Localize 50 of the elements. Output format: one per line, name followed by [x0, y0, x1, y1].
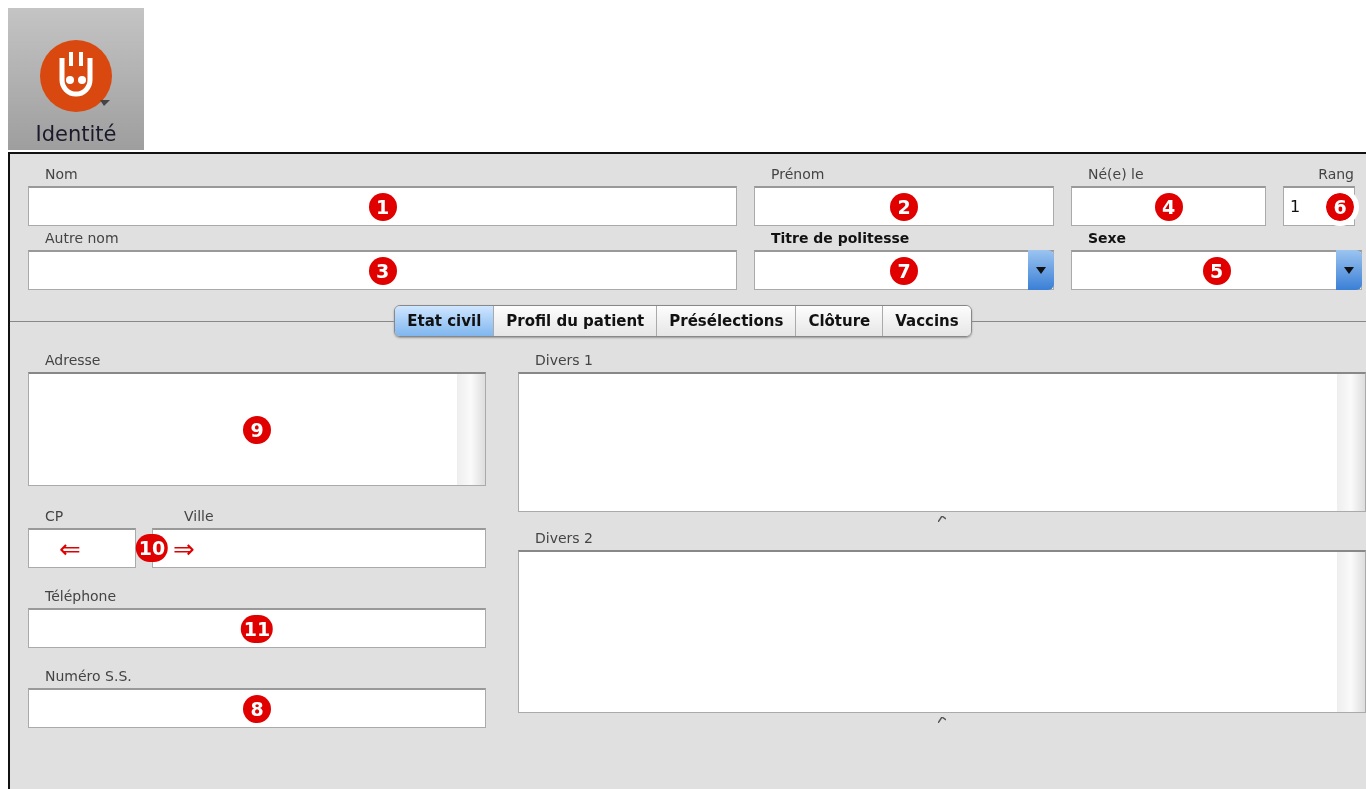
tab[interactable]: Vaccins — [883, 306, 971, 336]
input-field[interactable]: 3 — [28, 250, 737, 290]
field-label: Nom — [44, 166, 79, 182]
field-label: Adresse — [44, 352, 102, 368]
field-label: Divers 2 — [534, 530, 594, 546]
callout-number: 4 — [1154, 192, 1183, 221]
tab[interactable]: Profil du patient — [494, 306, 658, 336]
input-field[interactable]: 1 6 — [1283, 186, 1355, 226]
callout-number: 1 — [368, 192, 397, 221]
callout-arrow: ⇒ — [173, 533, 195, 564]
field-label: Rang — [1317, 166, 1355, 182]
dropdown-field[interactable]: 5 — [1071, 250, 1362, 290]
input-field[interactable]: 11 — [28, 608, 486, 648]
field-label: Né(e) le — [1087, 166, 1145, 182]
tab[interactable]: Présélections — [657, 306, 797, 336]
field-label: Téléphone — [44, 588, 118, 604]
callout-number: 2 — [890, 192, 918, 221]
callout-number: 7 — [890, 256, 918, 285]
scrollbar[interactable] — [1337, 374, 1365, 511]
tab[interactable]: Etat civil — [395, 306, 495, 336]
scrollbar[interactable] — [457, 374, 485, 485]
field-label: Autre nom — [44, 230, 120, 246]
input-field[interactable]: ⇐ — [28, 528, 136, 568]
callout-number: 11 — [240, 614, 274, 643]
input-field[interactable]: 4 — [1071, 186, 1266, 226]
input-field[interactable]: 2 — [754, 186, 1054, 226]
address-text-area[interactable]: 9 — [28, 372, 486, 486]
resize-grip-icon — [938, 717, 946, 723]
dropdown-field[interactable]: 7 — [754, 250, 1054, 290]
scrollbar[interactable] — [1337, 552, 1365, 712]
field-label: CP — [44, 508, 65, 524]
caret-icon — [1036, 266, 1046, 274]
callout-number: 5 — [1202, 256, 1231, 285]
caret-icon — [1344, 266, 1354, 274]
callout-number: 3 — [368, 256, 397, 285]
callout-number: 8 — [243, 694, 271, 723]
field-label: Sexe — [1087, 230, 1128, 246]
field-label: Prénom — [770, 166, 826, 182]
resize-grip-icon — [938, 516, 946, 522]
app-tile[interactable]: Identité — [8, 8, 144, 150]
callout-arrow: ⇐ — [59, 533, 81, 564]
app-label: Identité — [35, 122, 117, 146]
callout-number: 9 — [243, 415, 271, 444]
tab[interactable]: Clôture — [796, 306, 884, 336]
field-label: Ville — [183, 508, 214, 524]
field-label: Numéro S.S. — [44, 668, 133, 684]
field-label: Titre de politesse — [770, 230, 911, 246]
input-field[interactable]: 8 — [28, 688, 486, 728]
field-label: Divers 1 — [534, 352, 594, 368]
input-field[interactable]: 1 — [28, 186, 737, 226]
